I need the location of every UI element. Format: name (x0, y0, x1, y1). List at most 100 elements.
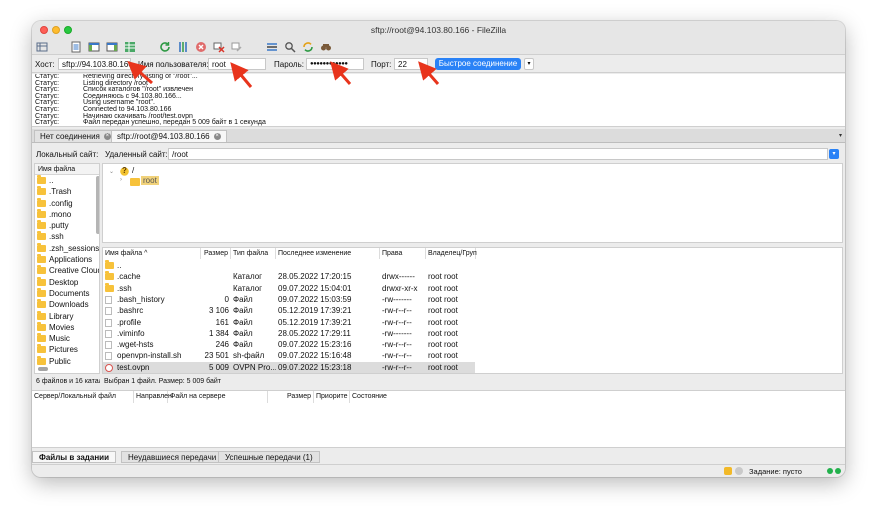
remote-type-column-header[interactable]: Тип файла (231, 248, 276, 259)
toggle-remote-tree-icon[interactable] (106, 41, 118, 53)
folder-icon (37, 321, 46, 331)
sync-browse-icon[interactable] (302, 41, 314, 53)
remote-table-row[interactable]: .wget-hsts 246 Файл 09.07.2022 15:23:16 -rw-… (103, 339, 475, 350)
remote-directory-tree[interactable]: ⌄ ? / › root (102, 163, 843, 243)
queue-priority-header[interactable]: Приорите (314, 391, 350, 403)
remote-cell-name: .cache (117, 272, 141, 282)
local-list-item[interactable]: Library (35, 310, 99, 322)
local-list-item[interactable]: Pictures (35, 344, 99, 355)
remote-path-input[interactable]: /root (168, 148, 828, 160)
local-list-item[interactable]: Creative Cloud (35, 265, 99, 276)
file-icon (105, 352, 112, 361)
remote-cell-perms: -rw-r--r-- (382, 306, 412, 316)
remote-table-row[interactable]: openvpn-install.sh 23 501 sh-файл 09.07.202… (103, 350, 475, 361)
remote-cell-name: .wget-hsts (117, 340, 154, 350)
file-icon (105, 318, 112, 327)
chevron-right-icon[interactable]: › (120, 177, 122, 183)
queue-direction-header[interactable]: Направлен (134, 391, 172, 403)
chevron-down-icon[interactable]: ⌄ (109, 168, 114, 175)
local-list-item[interactable]: Documents (35, 287, 99, 299)
remote-modified-column-header[interactable]: Последнее изменение (276, 248, 380, 259)
search-icon[interactable] (320, 41, 332, 53)
queue-remote-file-header[interactable]: Файл на сервере (168, 391, 268, 403)
remote-name-column-header[interactable]: Имя файла ^ (103, 248, 201, 259)
local-list-item[interactable]: Applications (35, 254, 99, 265)
tab-no-connection[interactable]: Нет соединения × (34, 130, 117, 142)
send-led-icon (835, 468, 841, 474)
toggle-local-tree-icon[interactable] (88, 41, 100, 53)
process-queue-icon[interactable] (177, 41, 189, 53)
queue-status-header[interactable]: Состояние (350, 391, 410, 403)
remote-table-row[interactable]: .. (103, 260, 475, 271)
transfer-queue[interactable]: Сервер/Локальный файл Направлен Файл на … (32, 390, 845, 448)
site-manager-icon[interactable] (36, 41, 48, 53)
close-tab-icon[interactable]: × (103, 133, 111, 141)
message-log[interactable]: Статус: Retrieving directory listing of "… (32, 74, 845, 127)
password-input[interactable]: ●●●●●●●●●●●● (306, 58, 364, 70)
folder-icon (37, 175, 46, 184)
remote-table-row[interactable]: .viminfo 1 384 Файл 28.05.2022 17:29:11 -rw-… (103, 328, 475, 339)
tab-successful-transfers[interactable]: Успешные передачи (1) (218, 451, 320, 463)
local-name-column-header[interactable]: Имя файла (35, 164, 99, 175)
remote-file-list[interactable]: Имя файла ^ Размер Тип файла Последнее и… (102, 247, 843, 374)
folder-icon (37, 276, 46, 286)
local-list-item[interactable]: Movies (35, 321, 99, 333)
local-list-item[interactable]: Desktop (35, 276, 99, 288)
local-item-name: Documents (49, 288, 90, 298)
local-list-item[interactable]: Public (35, 355, 99, 367)
queue-size-header[interactable]: Размер (268, 391, 314, 403)
tab-queued-files[interactable]: Файлы в задании (32, 451, 116, 463)
local-list-item[interactable]: .Trash (35, 186, 99, 197)
filter-icon[interactable] (266, 41, 278, 53)
toggle-queue-icon[interactable] (124, 41, 136, 53)
tabs-dropdown-icon[interactable]: ▾ (839, 132, 842, 139)
disconnect-icon[interactable] (213, 41, 225, 53)
tab-failed-transfers[interactable]: Неудавшиеся передачи (121, 451, 224, 463)
local-list-item[interactable]: .zsh_sessions (35, 242, 99, 254)
compare-icon[interactable] (284, 41, 296, 53)
tree-item-root-folder[interactable]: root (141, 176, 159, 185)
remote-table-row[interactable]: .profile 161 Файл 05.12.2019 17:39:21 -rw-r-… (103, 317, 475, 328)
speed-limit-icon[interactable] (735, 467, 743, 475)
remote-cell-owner: root root (428, 351, 458, 361)
remote-table-row[interactable]: .bash_history 0 Файл 09.07.2022 15:03:59 -rw… (103, 294, 475, 305)
window-title: sftp://root@94.103.80.166 - FileZilla (370, 25, 507, 35)
quickconnect-button[interactable]: Быстрое соединение (435, 58, 521, 70)
folder-icon (105, 260, 114, 269)
refresh-icon[interactable] (159, 41, 171, 53)
folder-icon (37, 197, 46, 207)
local-vertical-scrollbar[interactable] (96, 176, 99, 234)
remote-table-row[interactable]: .cache Каталог 28.05.2022 17:20:15 drwx----… (103, 271, 475, 282)
cancel-icon[interactable] (195, 41, 207, 53)
local-list-item[interactable]: Music (35, 333, 99, 344)
local-list-item[interactable]: .. (35, 175, 99, 186)
port-input[interactable]: 22 (394, 58, 428, 70)
quickconnect-history-dropdown[interactable]: ▾ (524, 58, 534, 70)
close-tab-icon[interactable]: × (213, 133, 221, 141)
local-list-item[interactable]: .mono (35, 208, 99, 220)
host-input[interactable]: sftp://94.103.80.166 (58, 58, 131, 70)
remote-table-row[interactable]: .ssh Каталог 09.07.2022 15:04:01 drwxr-xr-x… (103, 282, 475, 294)
remote-permissions-column-header[interactable]: Права (380, 248, 426, 259)
username-input[interactable]: root (208, 58, 266, 70)
tree-item-root-dir[interactable]: / (132, 166, 134, 175)
toggle-log-icon[interactable] (70, 41, 82, 53)
toolbar (32, 39, 845, 55)
local-file-list[interactable]: Имя файла .. .Trash .config .mono .putty .ssh… (34, 163, 100, 374)
remote-owner-column-header[interactable]: Владелец/Груп (426, 248, 477, 259)
remote-table-row[interactable]: .bashrc 3 106 Файл 05.12.2019 17:39:21 -rw-r… (103, 305, 475, 316)
sort-ascending-icon: ^ (144, 250, 148, 257)
local-list-item[interactable]: .putty (35, 220, 99, 231)
local-horizontal-scrollbar[interactable] (38, 367, 48, 371)
remote-size-column-header[interactable]: Размер (201, 248, 231, 259)
local-list-item[interactable]: Downloads (35, 299, 99, 310)
folder-icon (105, 271, 114, 281)
tab-sftp-connection[interactable]: sftp://root@94.103.80.166 × (111, 130, 227, 142)
local-list-item[interactable]: .ssh (35, 231, 99, 242)
remote-table-row[interactable]: test.ovpn 5 009 OVPN Pro... 09.07.2022 15:2… (103, 361, 475, 373)
remote-path-dropdown[interactable]: ▾ (829, 149, 839, 159)
queue-server-file-header[interactable]: Сервер/Локальный файл (32, 391, 134, 403)
reconnect-icon[interactable] (231, 41, 243, 53)
local-list-item[interactable]: .config (35, 197, 99, 209)
file-icon (105, 307, 112, 316)
